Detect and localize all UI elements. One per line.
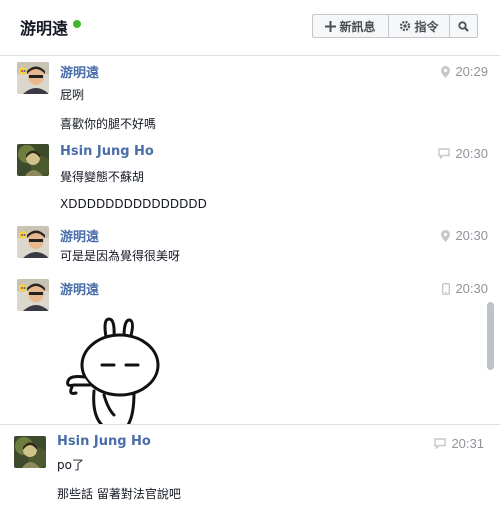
message-text: XDDDDDDDDDDDDDDD (60, 197, 207, 211)
message-timestamp: 20:30 (438, 146, 488, 161)
avatar[interactable] (14, 436, 46, 468)
location-pin-icon (441, 65, 451, 78)
search-icon (458, 20, 469, 32)
avatar[interactable] (17, 226, 49, 258)
message-list[interactable]: 游明遠 20:29 屁咧 喜歡你的腿不好嗎 Hsin Jung Ho 20:30… (0, 56, 488, 424)
new-message-label: 新訊息 (339, 19, 376, 34)
location-pin-icon (441, 229, 451, 242)
new-message-button[interactable]: 新訊息 (313, 15, 389, 37)
scrollbar-thumb[interactable] (487, 302, 494, 370)
command-button[interactable]: 指令 (389, 15, 450, 37)
message-group: 游明遠 20:30 (0, 277, 488, 424)
conversation-header: 游明遠 新訊息 指令 (0, 0, 500, 56)
header-toolbar: 新訊息 指令 (312, 14, 478, 38)
list-divider (0, 424, 500, 425)
message-group: 游明遠 20:29 屁咧 喜歡你的腿不好嗎 (0, 60, 488, 140)
command-label: 指令 (414, 19, 439, 34)
plus-icon (325, 20, 337, 32)
message-group: 游明遠 20:30 可是是因為覺得很美呀 (0, 224, 488, 274)
message-timestamp: 20:29 (441, 64, 488, 79)
sender-name[interactable]: Hsin Jung Ho (57, 434, 151, 449)
message-group: Hsin Jung Ho 20:30 覺得變態不蘇胡 XDDDDDDDDDDDD… (0, 142, 488, 222)
message-text: 喜歡你的腿不好嗎 (60, 117, 157, 131)
sender-name[interactable]: 游明遠 (60, 279, 99, 298)
message-text: 覺得變態不蘇胡 (60, 170, 145, 184)
message-text: 那些話 留著對法官說吧 (57, 487, 181, 501)
message-timestamp: 20:30 (442, 281, 488, 296)
gear-icon (400, 20, 411, 32)
avatar[interactable] (17, 62, 49, 94)
rabbit-sticker[interactable] (64, 315, 164, 424)
message-timestamp: 20:30 (441, 228, 488, 243)
message-group: Hsin Jung Ho 20:31 po了 那些話 留著對法官說吧 (0, 434, 490, 506)
avatar[interactable] (17, 279, 49, 311)
chat-bubble-icon (434, 438, 447, 449)
mobile-phone-icon (442, 282, 451, 295)
message-text: po了 (57, 458, 84, 472)
message-timestamp: 20:31 (434, 436, 484, 451)
chat-bubble-icon (438, 148, 451, 159)
message-text: 可是是因為覺得很美呀 (60, 249, 181, 263)
sender-name[interactable]: 游明遠 (60, 62, 99, 81)
sender-name[interactable]: 游明遠 (60, 226, 99, 245)
online-status-indicator (73, 20, 81, 28)
avatar[interactable] (17, 144, 49, 176)
message-text: 屁咧 (60, 88, 85, 102)
sender-name[interactable]: Hsin Jung Ho (60, 144, 154, 159)
conversation-title[interactable]: 游明遠 (20, 15, 68, 39)
search-button[interactable] (450, 15, 477, 37)
